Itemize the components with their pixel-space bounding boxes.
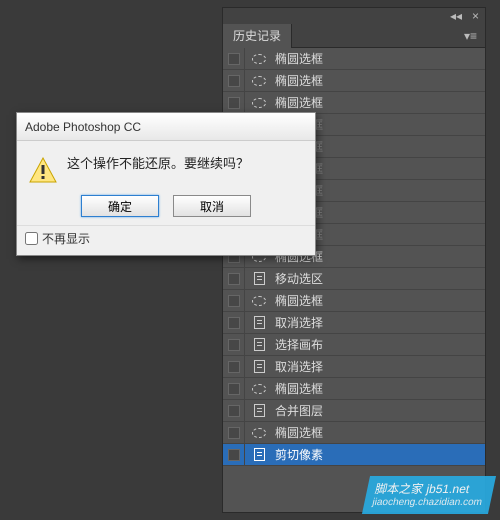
dialog-body: 这个操作不能还原。要继续吗？: [17, 141, 315, 191]
history-visibility-toggle[interactable]: [223, 444, 245, 466]
close-icon[interactable]: ×: [472, 9, 479, 23]
history-row[interactable]: 移动选区: [223, 268, 485, 290]
history-visibility-toggle[interactable]: [223, 92, 245, 114]
history-row-label: 合并图层: [273, 402, 485, 419]
history-row[interactable]: 剪切像素: [223, 444, 485, 466]
history-row[interactable]: 取消选择: [223, 356, 485, 378]
history-row-label: 选择画布: [273, 336, 485, 353]
history-visibility-toggle[interactable]: [223, 422, 245, 444]
panel-topbar: ◂◂ ×: [223, 8, 485, 24]
history-row-label: 椭圆选框: [273, 94, 485, 111]
history-row-label: 取消选择: [273, 358, 485, 375]
dont-show-label[interactable]: 不再显示: [42, 230, 90, 247]
history-row-label: 取消选择: [273, 314, 485, 331]
history-row[interactable]: 椭圆选框: [223, 92, 485, 114]
history-visibility-toggle[interactable]: [223, 400, 245, 422]
history-row[interactable]: 合并图层: [223, 400, 485, 422]
history-visibility-toggle[interactable]: [223, 356, 245, 378]
watermark: 脚本之家 jb51.net jiaocheng.chazidian.com: [362, 476, 496, 514]
history-row[interactable]: 椭圆选框: [223, 378, 485, 400]
history-visibility-toggle[interactable]: [223, 312, 245, 334]
history-panel: ◂◂ × 历史记录 ▾≡ 椭圆选框椭圆选框椭圆选框椭圆选框椭圆选框椭圆选框椭圆选…: [222, 7, 486, 513]
history-row-label: 移动选区: [273, 270, 485, 287]
cancel-button[interactable]: 取消: [173, 195, 251, 217]
collapse-icon[interactable]: ◂◂: [450, 9, 462, 23]
ellipse-marquee-icon: [245, 428, 273, 438]
document-icon: [245, 272, 273, 285]
dialog-title: Adobe Photoshop CC: [17, 113, 315, 141]
history-row-label: 椭圆选框: [273, 50, 485, 67]
confirm-dialog: Adobe Photoshop CC 这个操作不能还原。要继续吗？ 确定 取消 …: [16, 112, 316, 256]
tab-history[interactable]: 历史记录: [223, 24, 292, 48]
history-visibility-toggle[interactable]: [223, 70, 245, 92]
history-visibility-toggle[interactable]: [223, 268, 245, 290]
panel-tabs: 历史记录 ▾≡: [223, 24, 485, 48]
watermark-line1: 脚本之家 jb51.net: [374, 482, 471, 496]
dialog-buttons: 确定 取消: [17, 191, 315, 225]
ellipse-marquee-icon: [245, 98, 273, 108]
document-icon: [245, 360, 273, 373]
history-row-label: 剪切像素: [273, 446, 485, 463]
document-icon: [245, 448, 273, 461]
history-visibility-toggle[interactable]: [223, 290, 245, 312]
ok-button[interactable]: 确定: [81, 195, 159, 217]
ellipse-marquee-icon: [245, 384, 273, 394]
history-row[interactable]: 椭圆选框: [223, 70, 485, 92]
dont-show-checkbox[interactable]: [25, 232, 38, 245]
ellipse-marquee-icon: [245, 76, 273, 86]
history-row-label: 椭圆选框: [273, 380, 485, 397]
history-row-label: 椭圆选框: [273, 292, 485, 309]
document-icon: [245, 404, 273, 417]
warning-icon: [29, 157, 57, 183]
history-list: 椭圆选框椭圆选框椭圆选框椭圆选框椭圆选框椭圆选框椭圆选框椭圆选框椭圆选框椭圆选框…: [223, 48, 485, 466]
document-icon: [245, 316, 273, 329]
history-row[interactable]: 椭圆选框: [223, 422, 485, 444]
history-row-label: 椭圆选框: [273, 72, 485, 89]
watermark-line2: jiaocheng.chazidian.com: [371, 496, 483, 510]
document-icon: [245, 338, 273, 351]
history-row[interactable]: 选择画布: [223, 334, 485, 356]
history-visibility-toggle[interactable]: [223, 334, 245, 356]
flyout-menu-icon[interactable]: ▾≡: [456, 29, 485, 43]
history-row[interactable]: 取消选择: [223, 312, 485, 334]
history-row[interactable]: 椭圆选框: [223, 48, 485, 70]
history-visibility-toggle[interactable]: [223, 378, 245, 400]
dialog-message: 这个操作不能还原。要继续吗？: [67, 151, 249, 183]
ellipse-marquee-icon: [245, 296, 273, 306]
history-row[interactable]: 椭圆选框: [223, 290, 485, 312]
history-visibility-toggle[interactable]: [223, 48, 245, 70]
dialog-footer: 不再显示: [17, 225, 315, 255]
history-row-label: 椭圆选框: [273, 424, 485, 441]
ellipse-marquee-icon: [245, 54, 273, 64]
